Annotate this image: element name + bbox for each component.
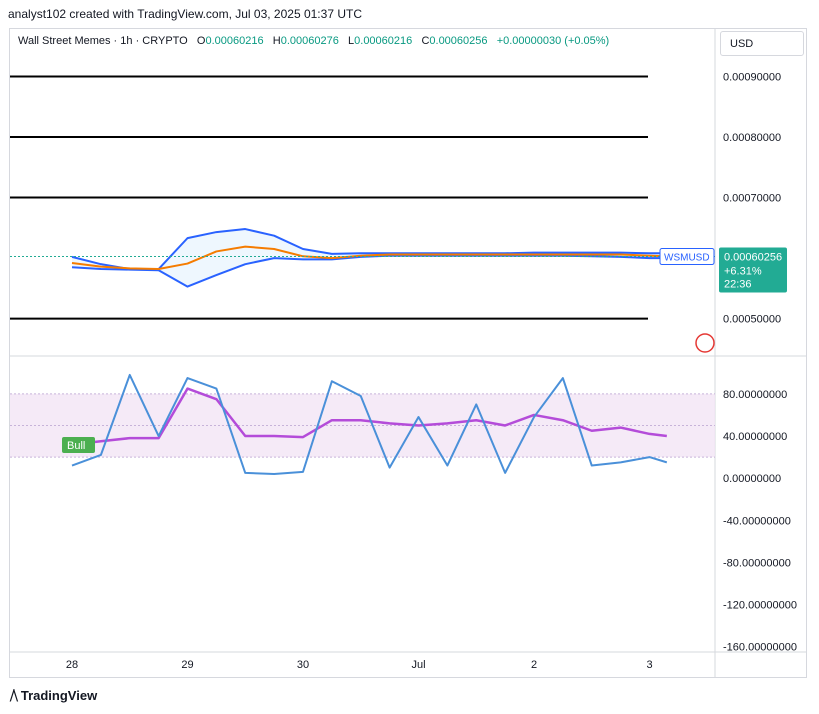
upper-band-line xyxy=(71,228,667,271)
time-tick-label: 28 xyxy=(66,659,78,671)
price-tag-countdown: 22:36 xyxy=(724,279,752,291)
osc-tick-label: 0.00000000 xyxy=(723,473,781,485)
osc-tick-label: -120.00000000 xyxy=(723,600,797,612)
tradingview-logo-icon: ⧸⧹ xyxy=(10,688,18,703)
time-tick-label: 2 xyxy=(531,659,537,671)
brand-label: TradingView xyxy=(20,688,98,703)
lower-band-line xyxy=(71,254,667,288)
osc-tick-label: -160.00000000 xyxy=(723,642,797,654)
bull-badge-label: Bull xyxy=(67,440,85,452)
osc-tick-label: 40.00000000 xyxy=(723,431,787,443)
osc-tick-label: 80.00000000 xyxy=(723,389,787,401)
price-tag-change: +6.31% xyxy=(724,266,762,278)
time-tick-label: Jul xyxy=(411,659,425,671)
price-tick-label: 0.00050000 xyxy=(723,314,781,326)
price-tick-label: 0.00090000 xyxy=(723,71,781,83)
osc-tick-label: -80.00000000 xyxy=(723,557,791,569)
time-tick-label: 30 xyxy=(297,659,309,671)
price-tag-value: 0.00060256 xyxy=(724,252,782,264)
tradingview-logo[interactable]: ⧸⧹ TradingView xyxy=(10,688,97,704)
price-tick-label: 0.00070000 xyxy=(723,193,781,205)
symbol-tag-label: WSMUSD xyxy=(664,253,710,264)
chart-canvas[interactable]: 0.00090000 0.00080000 0.00070000 0.00050000… xyxy=(0,0,819,714)
flag-icon xyxy=(695,333,715,353)
price-tick-label: 0.00080000 xyxy=(723,132,781,144)
band-fill xyxy=(72,229,667,287)
time-tick-label: 29 xyxy=(181,659,193,671)
osc-tick-label: -40.00000000 xyxy=(723,515,791,527)
time-tick-label: 3 xyxy=(646,659,652,671)
